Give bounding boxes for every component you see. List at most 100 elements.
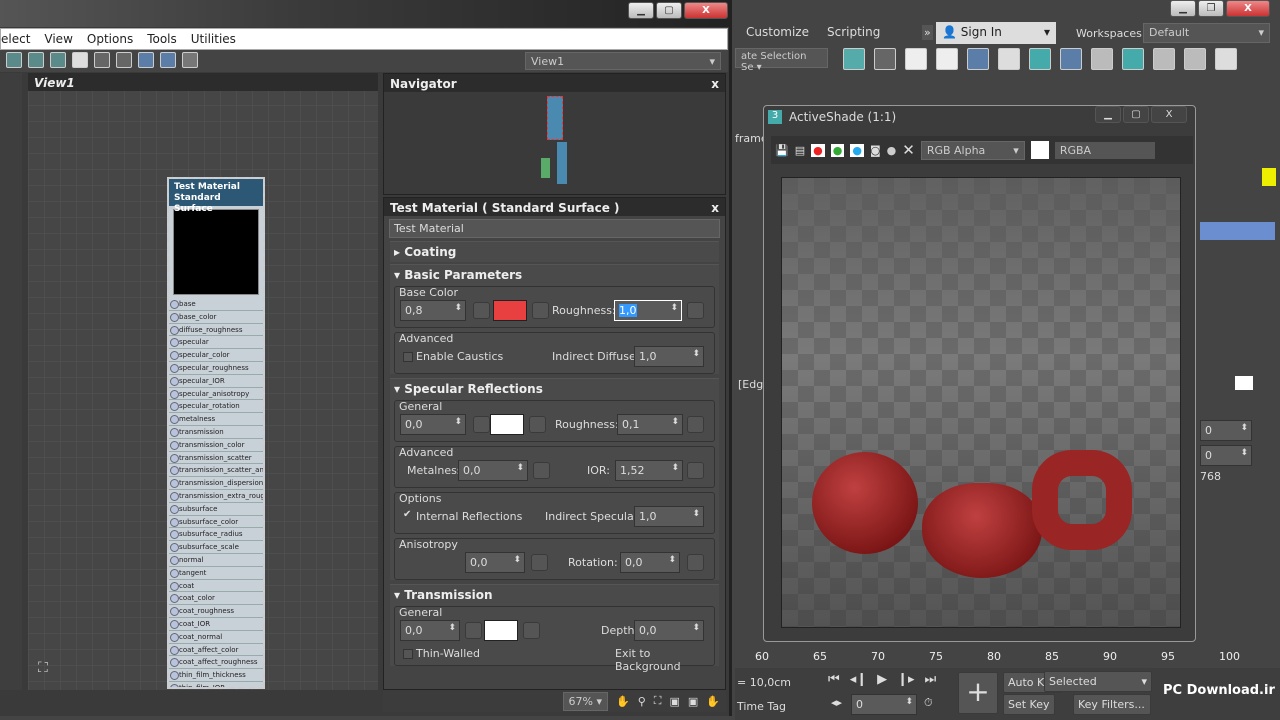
- render-cloud-icon[interactable]: [1184, 48, 1206, 70]
- map-button[interactable]: [687, 462, 704, 479]
- play-icon[interactable]: ▶: [877, 672, 887, 687]
- rotation-spinner[interactable]: 0,0: [620, 552, 680, 573]
- ior-spinner[interactable]: 1,52: [615, 460, 683, 481]
- pan-to-selected-icon[interactable]: ✋: [706, 695, 720, 708]
- pick-material-icon[interactable]: [6, 52, 22, 68]
- rollout-header[interactable]: ▾ Basic Parameters: [390, 265, 719, 285]
- map-button[interactable]: [465, 622, 482, 639]
- input-slot[interactable]: base_color: [169, 311, 263, 324]
- navigator-frame[interactable]: [547, 96, 563, 140]
- select-node-icon[interactable]: [182, 52, 198, 68]
- previous-frame-icon[interactable]: ◂❙: [850, 672, 867, 687]
- render-setup-icon[interactable]: [1091, 48, 1113, 70]
- input-slot[interactable]: specular_anisotropy: [169, 388, 263, 401]
- parameter-spinner[interactable]: 0: [1200, 445, 1252, 466]
- selected-list-item[interactable]: [1200, 222, 1275, 240]
- go-to-start-icon[interactable]: ⏮: [828, 672, 840, 687]
- environment-icon[interactable]: [1215, 48, 1237, 70]
- input-slot[interactable]: specular_rotation: [169, 400, 263, 414]
- restore-button[interactable]: ❐: [1198, 0, 1224, 17]
- align-icon[interactable]: [874, 48, 896, 70]
- input-slot[interactable]: coat_normal: [169, 631, 263, 644]
- input-slot[interactable]: specular_roughness: [169, 362, 263, 375]
- view-tab[interactable]: View1: [28, 73, 378, 91]
- rollout-header[interactable]: ▾ Specular Reflections: [390, 379, 719, 399]
- list-icon[interactable]: [138, 52, 154, 68]
- menu-tools[interactable]: Tools: [147, 32, 177, 49]
- input-slot[interactable]: specular_IOR: [169, 375, 263, 388]
- menu-utilities[interactable]: Utilities: [191, 32, 236, 49]
- transmission-weight-spinner[interactable]: 0,0: [400, 620, 460, 641]
- map-button[interactable]: [687, 554, 704, 571]
- sign-in-dropdown[interactable]: 👤 Sign In ▾: [936, 22, 1056, 44]
- minimize-button[interactable]: ▁: [628, 2, 654, 19]
- time-config-icon[interactable]: ⏱: [924, 696, 933, 710]
- zoom-dropdown[interactable]: 67% ▾: [562, 691, 609, 711]
- binoculars-icon[interactable]: ⛶: [38, 660, 54, 678]
- input-slot[interactable]: coat_affect_color: [169, 644, 263, 657]
- pan-icon[interactable]: ✋: [616, 695, 630, 708]
- close-button[interactable]: X: [1151, 106, 1187, 123]
- input-slot[interactable]: subsurface_color: [169, 516, 263, 529]
- zoom-selected-icon[interactable]: ▣: [688, 695, 698, 708]
- green-channel-icon[interactable]: ●: [830, 143, 845, 157]
- input-slot[interactable]: subsurface_radius: [169, 528, 263, 542]
- set-key-button[interactable]: Set Key: [1003, 694, 1055, 715]
- curve-editor-icon[interactable]: [998, 48, 1020, 70]
- input-slot[interactable]: coat_IOR: [169, 618, 263, 631]
- menu-options[interactable]: Options: [87, 32, 133, 49]
- workspace-dropdown[interactable]: Default ▾: [1143, 23, 1270, 43]
- input-slot[interactable]: coat_roughness: [169, 605, 263, 618]
- map-button[interactable]: [473, 302, 490, 319]
- base-color-swatch[interactable]: [493, 300, 527, 321]
- input-slot[interactable]: transmission_scatter_ani...: [169, 464, 263, 478]
- render-icon[interactable]: [1153, 48, 1175, 70]
- indirect-specular-spinner[interactable]: 1,0: [634, 506, 704, 527]
- transmission-color-swatch[interactable]: [484, 620, 518, 641]
- input-slot[interactable]: coat_color: [169, 592, 263, 606]
- rollout-header[interactable]: ▾ Transmission: [390, 585, 719, 605]
- maximize-button[interactable]: ▢: [1123, 106, 1149, 123]
- depth-spinner[interactable]: 0,0: [634, 620, 704, 641]
- input-slot[interactable]: thin_film_thickness: [169, 669, 263, 682]
- mirror-icon[interactable]: [843, 48, 865, 70]
- input-slot[interactable]: transmission_extra_roug...: [169, 490, 263, 503]
- map-button[interactable]: [529, 416, 546, 433]
- minimize-button[interactable]: ▁: [1095, 106, 1121, 123]
- specular-weight-spinner[interactable]: 0,0: [400, 414, 466, 435]
- layer-explorer-icon[interactable]: [936, 48, 958, 70]
- map-button[interactable]: [531, 554, 548, 571]
- input-slot[interactable]: subsurface_scale: [169, 541, 263, 554]
- current-frame-spinner[interactable]: 0: [851, 694, 917, 715]
- go-to-end-icon[interactable]: ⏭: [925, 672, 937, 687]
- map-button[interactable]: [687, 302, 704, 319]
- rendered-frame-window-icon[interactable]: [1122, 48, 1144, 70]
- zoom-extents-icon[interactable]: ▣: [669, 695, 679, 708]
- input-slot[interactable]: coat: [169, 580, 263, 593]
- map-button[interactable]: [523, 622, 540, 639]
- material-node[interactable]: Test Material Standard Surface base base_c…: [167, 177, 265, 689]
- rollout-coating[interactable]: ▸ Coating: [390, 241, 719, 262]
- input-slot[interactable]: diffuse_roughness: [169, 324, 263, 337]
- input-slot[interactable]: specular_color: [169, 349, 263, 362]
- metalness-spinner[interactable]: 0,0: [458, 460, 528, 481]
- key-filters-button[interactable]: Key Filters...: [1073, 694, 1151, 715]
- zero-icon[interactable]: [72, 52, 88, 68]
- more-menu-icon[interactable]: »: [922, 25, 933, 40]
- input-slot[interactable]: transmission: [169, 426, 263, 439]
- key-set-dropdown[interactable]: Selected ▾: [1044, 671, 1152, 692]
- map-button[interactable]: [687, 416, 704, 433]
- input-slot[interactable]: thin_film_IOR: [169, 682, 263, 687]
- red-channel-icon[interactable]: ●: [811, 143, 825, 157]
- preview-icon[interactable]: [160, 52, 176, 68]
- zoom-region-icon[interactable]: ⛶: [654, 694, 662, 708]
- internal-reflections-checkbox[interactable]: ✔: [403, 509, 411, 520]
- selection-set-dropdown[interactable]: ate Selection Se ▾: [735, 48, 828, 73]
- mono-icon[interactable]: ●: [887, 144, 897, 157]
- enable-caustics-checkbox[interactable]: [403, 352, 413, 362]
- view-dropdown[interactable]: View1 ▾: [525, 52, 721, 70]
- input-slot[interactable]: specular: [169, 336, 263, 350]
- specular-color-swatch[interactable]: [490, 414, 524, 435]
- alpha-channel-icon[interactable]: ◙: [870, 144, 881, 157]
- menu-customize[interactable]: Customize: [746, 25, 809, 39]
